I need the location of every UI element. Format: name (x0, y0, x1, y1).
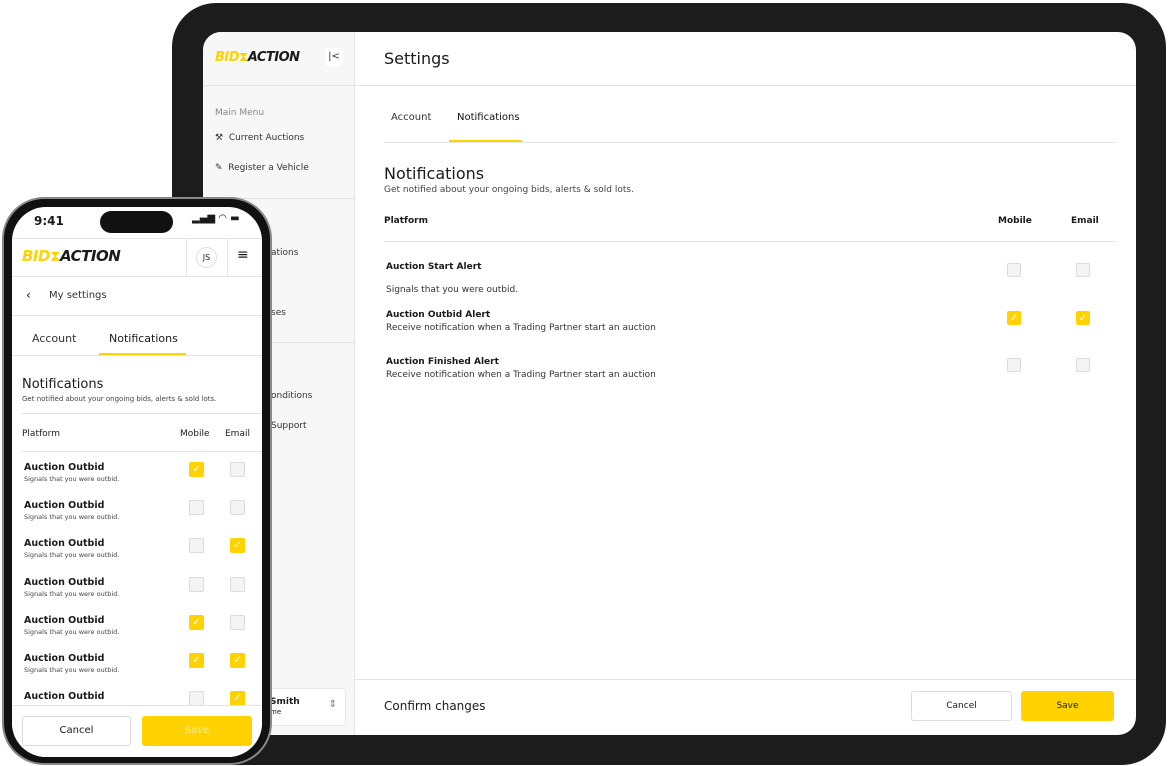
avatar[interactable]: JS (196, 247, 217, 268)
mobile-checkbox[interactable] (189, 500, 204, 516)
email-checkbox[interactable] (1076, 358, 1090, 372)
logo-text-2: ACTION (247, 50, 300, 65)
tab-notifications[interactable]: Notifications (457, 112, 520, 123)
mobile-checkbox[interactable] (189, 691, 204, 707)
menu-icon[interactable]: ≡ (237, 247, 249, 263)
signal-wifi-battery-icon: ▂▄▆ ◠ ▬ (192, 213, 240, 224)
email-checkbox[interactable] (1076, 263, 1090, 277)
row-description: Receive notification when a Trading Part… (386, 323, 656, 333)
sidebar-item-current-auctions[interactable]: ⚒ Current Auctions (215, 133, 304, 143)
email-checkbox[interactable]: ✓ (230, 691, 245, 707)
row-description: Signals that you were outbid. (24, 589, 120, 598)
row-title: Auction Outbid (24, 462, 105, 473)
gavel-icon: ⚒ (215, 133, 224, 143)
row-description: Signals that you were outbid. (24, 666, 120, 674)
mobile-checkbox[interactable]: ✓ (1007, 311, 1021, 325)
chevron-updown-icon: ⇕ (328, 699, 337, 710)
back-chevron-icon[interactable]: ‹ (26, 288, 31, 302)
logo-text-1: BID (22, 247, 50, 265)
main-menu-label: Main Menu (215, 108, 265, 118)
mobile-checkbox[interactable] (189, 538, 204, 554)
status-time: 9:41 (34, 214, 64, 228)
col-platform: Platform (384, 216, 428, 226)
tablet-frame: BID⧗ACTION |< Main Menu ⚒ Current Auctio… (172, 3, 1166, 765)
tab-account[interactable]: Account (32, 332, 76, 345)
phone-screen: 9:41 ▂▄▆ ◠ ▬ BID⧗ACTION JS ≡ ‹ My settin… (12, 207, 262, 757)
save-button[interactable]: Save (1021, 691, 1114, 721)
section-title: Notifications (22, 377, 104, 392)
mobile-checkbox[interactable] (189, 576, 204, 592)
col-email: Email (225, 429, 250, 439)
dynamic-island (100, 211, 173, 233)
sidebar-item-label: Register a Vehicle (228, 163, 309, 173)
section-title: Notifications (384, 164, 485, 183)
active-tab-indicator (449, 140, 522, 142)
row-description: Signals that you were outbid. (24, 627, 120, 636)
logo: BID⧗ACTION (22, 247, 121, 265)
mobile-checkbox[interactable]: ✓ (189, 653, 204, 668)
user-name: Smith (270, 697, 300, 707)
section-subtitle: Get notified about your ongoing bids, al… (384, 185, 634, 195)
row-title: Auction Outbid Alert (386, 310, 491, 320)
collapse-sidebar-button[interactable]: |< (325, 48, 343, 66)
row-title: Auction Outbid (24, 576, 105, 588)
email-checkbox[interactable]: ✓ (1076, 311, 1090, 325)
col-email: Email (1071, 216, 1099, 226)
cancel-button[interactable]: Cancel (22, 716, 131, 746)
logo-text-2: ACTION (60, 247, 121, 265)
tab-notifications[interactable]: Notifications (109, 332, 178, 345)
sidebar-item-register-vehicle[interactable]: ✎ Register a Vehicle (215, 163, 309, 173)
row-title: Auction Start Alert (386, 262, 482, 272)
sidebar-item-partial[interactable]: Support (271, 421, 307, 431)
logo-text-1: BID (215, 50, 240, 65)
row-title: Auction Outbid (24, 614, 105, 626)
mobile-checkbox[interactable]: ✓ (189, 614, 204, 630)
email-checkbox[interactable] (230, 462, 245, 477)
sidebar-item-partial[interactable]: ses (271, 308, 286, 318)
tab-account[interactable]: Account (391, 112, 431, 123)
phone-footer: Cancel Save (12, 705, 262, 757)
mobile-checkbox[interactable] (1007, 263, 1021, 277)
row-title: Auction Outbid (24, 538, 105, 550)
cancel-button[interactable]: Cancel (911, 691, 1012, 721)
section-subtitle: Get notified about your ongoing bids, al… (22, 395, 217, 403)
tablet-screen: BID⧗ACTION |< Main Menu ⚒ Current Auctio… (203, 32, 1136, 735)
row-description: Receive notification when a Trading Part… (386, 370, 656, 380)
row-title: Auction Finished Alert (386, 357, 499, 367)
row-title: Auction Outbid (24, 500, 105, 512)
logo: BID⧗ACTION (215, 50, 300, 65)
back-label[interactable]: My settings (49, 290, 107, 301)
pencil-icon: ✎ (215, 163, 223, 173)
col-platform: Platform (22, 429, 60, 439)
mobile-checkbox[interactable] (1007, 358, 1021, 372)
email-checkbox[interactable]: ✓ (230, 653, 245, 668)
row-title: Auction Outbid (24, 691, 105, 703)
email-checkbox[interactable] (230, 576, 245, 592)
email-checkbox[interactable] (230, 614, 245, 630)
col-mobile: Mobile (998, 216, 1032, 226)
save-button[interactable]: Save (142, 716, 252, 746)
sidebar-item-partial[interactable]: onditions (271, 391, 312, 401)
row-description: Signals that you were outbid. (24, 551, 120, 560)
email-checkbox[interactable] (230, 500, 245, 516)
col-mobile: Mobile (180, 429, 210, 439)
row-description: Signals that you were outbid. (386, 285, 519, 295)
row-title: Auction Outbid (24, 653, 105, 664)
mobile-checkbox[interactable]: ✓ (189, 462, 204, 477)
active-tab-indicator (99, 353, 186, 355)
email-checkbox[interactable]: ✓ (230, 538, 245, 554)
confirm-changes-label: Confirm changes (384, 699, 486, 713)
sidebar-item-label: Current Auctions (228, 133, 305, 143)
sidebar-item-partial[interactable]: ations (271, 248, 298, 258)
row-description: Signals that you were outbid. (24, 475, 120, 483)
phone-frame: 9:41 ▂▄▆ ◠ ▬ BID⧗ACTION JS ≡ ‹ My settin… (2, 197, 272, 765)
row-description: Signals that you were outbid. (24, 513, 120, 522)
page-title: Settings (384, 49, 450, 68)
